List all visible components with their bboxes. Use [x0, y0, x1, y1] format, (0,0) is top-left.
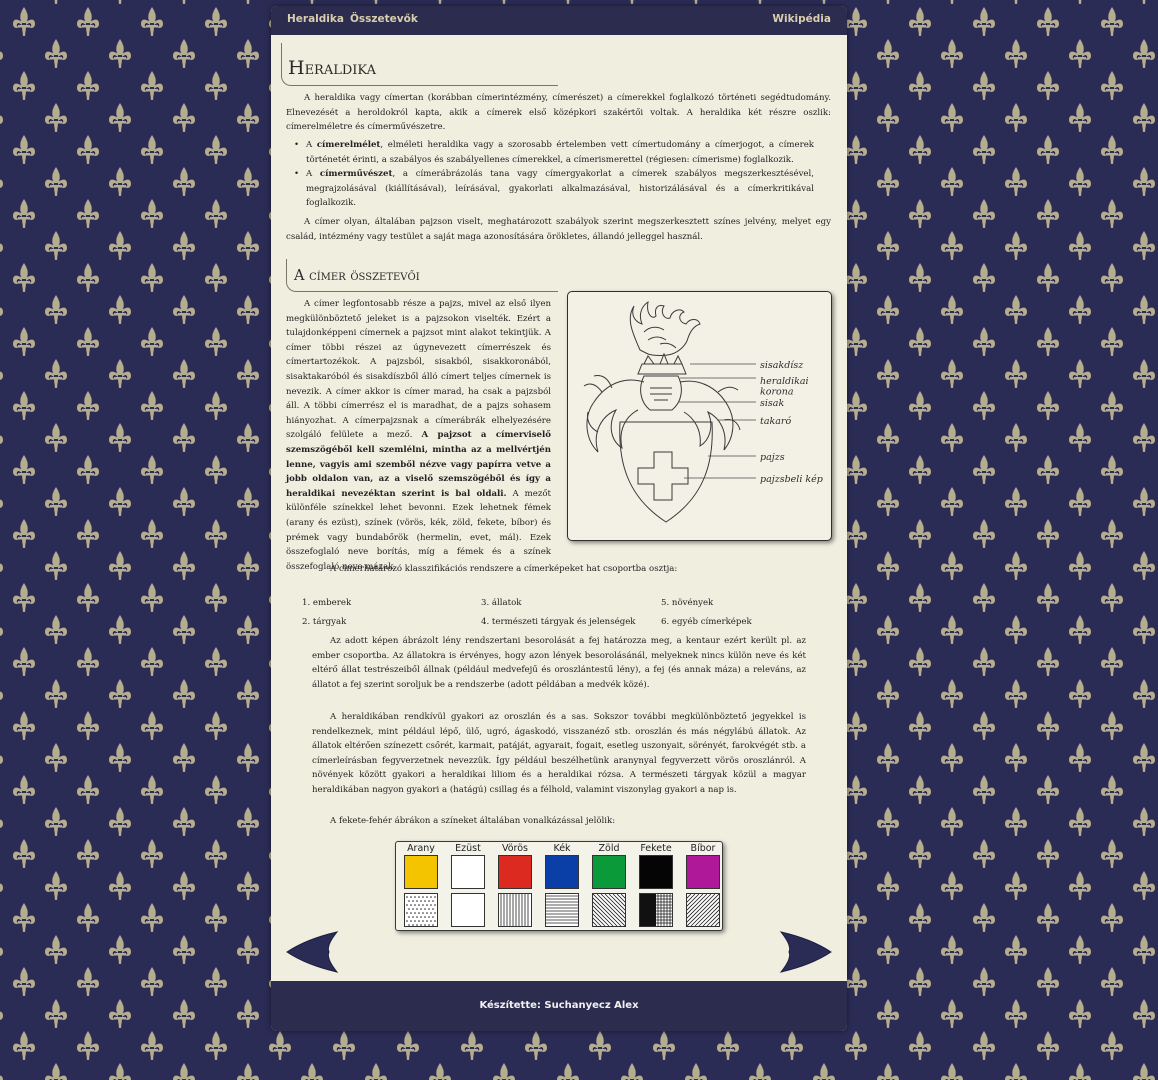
hatch-pattern	[546, 895, 578, 924]
coat-of-arms-figure: sisakdísz heraldikai korona sisak takaró …	[567, 291, 832, 541]
top-nav-bar: Heraldika Összetevők Wikipédia	[271, 6, 847, 35]
coat-of-arms-drawing: sisakdísz heraldikai korona sisak takaró …	[583, 300, 823, 523]
tincture-name: Vörös	[501, 843, 529, 854]
tincture-column: Vörös	[494, 842, 536, 930]
tincture-name: Fekete	[640, 843, 672, 854]
section-title: A címer összetevői	[294, 268, 420, 284]
tincture-table: Arany Ezüst Vörös Kék Zöld Fekete Bíbor	[395, 841, 748, 931]
tincture-hatch-swatch	[498, 893, 532, 927]
hatch-pattern	[560, 893, 654, 927]
section-heading-heraldika: Heraldika	[281, 43, 559, 87]
figure-label-korona: heraldikai korona	[760, 376, 809, 398]
classification-item: 4. természeti tárgyak és jelenségek	[481, 617, 636, 627]
tincture-name: Arany	[407, 843, 435, 854]
nav-link-heraldika[interactable]: Heraldika	[287, 13, 344, 25]
tincture-name: Ezüst	[455, 843, 481, 854]
tincture-hatch-swatch	[451, 893, 485, 927]
tincture-column: Ezüst	[447, 842, 489, 930]
tincture-name: Bíbor	[690, 843, 716, 854]
figure-label-sisakdisz: sisakdísz	[760, 360, 804, 371]
classification-intro: A címerhatározó klasszifikációs rendszer…	[330, 564, 678, 574]
tincture-hatch-swatch	[639, 893, 673, 927]
classification-item: 2. tárgyak	[302, 617, 347, 627]
tincture-name: Zöld	[598, 843, 620, 854]
tincture-hatch-swatch	[560, 893, 654, 927]
figure-label-pajzs: pajzs	[760, 452, 785, 463]
previous-arrow[interactable]	[285, 931, 339, 973]
figure-label-sisak: sisak	[760, 398, 784, 409]
tincture-color-swatch	[686, 855, 720, 889]
classification-item: 6. egyéb címerképek	[661, 617, 752, 627]
next-arrow[interactable]	[779, 931, 833, 973]
hatch-pattern	[654, 893, 748, 927]
tincture-intro: A fekete-fehér ábrákon a színeket általá…	[330, 816, 616, 826]
main-content: Heraldika A heraldika vagy címertan (kor…	[271, 35, 847, 981]
tincture-hatch-swatch	[654, 893, 748, 927]
section-heading-osszetevok: A címer összetevői	[286, 259, 559, 293]
hatch-pattern	[500, 894, 529, 926]
tincture-color-swatch	[498, 855, 532, 889]
footer-bar: Készítette: Suchanyecz Alex	[271, 981, 847, 1031]
list-item: A címerművészet, a címerábrázolás tana v…	[286, 167, 814, 211]
tincture-column: Kék	[541, 842, 583, 930]
page-title: Heraldika	[288, 57, 376, 79]
tincture-color-swatch	[545, 855, 579, 889]
tincture-color-swatch	[451, 855, 485, 889]
classification-item: 1. emberek	[302, 598, 352, 608]
tincture-column: Bíbor	[654, 842, 748, 930]
tincture-column: Arany	[400, 842, 442, 930]
nav-link-wikipedia[interactable]: Wikipédia	[772, 13, 831, 25]
nav-link-osszetevok[interactable]: Összetevők	[350, 13, 418, 25]
tincture-color-swatch	[404, 855, 438, 889]
definition-paragraph: A címer olyan, általában pajzson viselt,…	[286, 217, 831, 242]
hatch-pattern	[452, 894, 484, 926]
tincture-color-swatch	[592, 855, 626, 889]
coat-of-arms-paragraph: A címer legfontosabb része a pajzs, mive…	[286, 299, 551, 572]
tincture-name: Kék	[553, 843, 571, 854]
heraldika-parts-list: A címerelmélet, elméleti heraldika vagy …	[286, 138, 814, 211]
tincture-hatch-swatch	[545, 893, 579, 927]
tincture-color-swatch	[639, 855, 673, 889]
animals-paragraph: A heraldikában rendkívül gyakori az oros…	[312, 712, 806, 795]
page-panel: Heraldika Összetevők Wikipédia Heraldika…	[271, 6, 847, 1031]
classification-item: 5. növények	[661, 598, 714, 608]
figure-label-takaro: takaró	[760, 416, 791, 427]
hatch-pattern	[406, 896, 436, 926]
creature-paragraph: Az adott képen ábrázolt lény rendszertan…	[312, 636, 806, 690]
tincture-column: Fekete	[635, 842, 677, 930]
tincture-column: Zöld	[560, 842, 654, 930]
figure-label-pajzsbeli-kep: pajzsbeli kép	[760, 474, 823, 485]
footer-credit: Készítette: Suchanyecz Alex	[479, 1000, 639, 1011]
hatch-pattern	[640, 894, 672, 926]
intro-paragraph: A heraldika vagy címertan (korábban címe…	[286, 93, 831, 133]
tincture-hatch-swatch	[404, 893, 438, 927]
classification-item: 3. állatok	[481, 598, 522, 608]
list-item: A címerelmélet, elméleti heraldika vagy …	[286, 138, 814, 167]
